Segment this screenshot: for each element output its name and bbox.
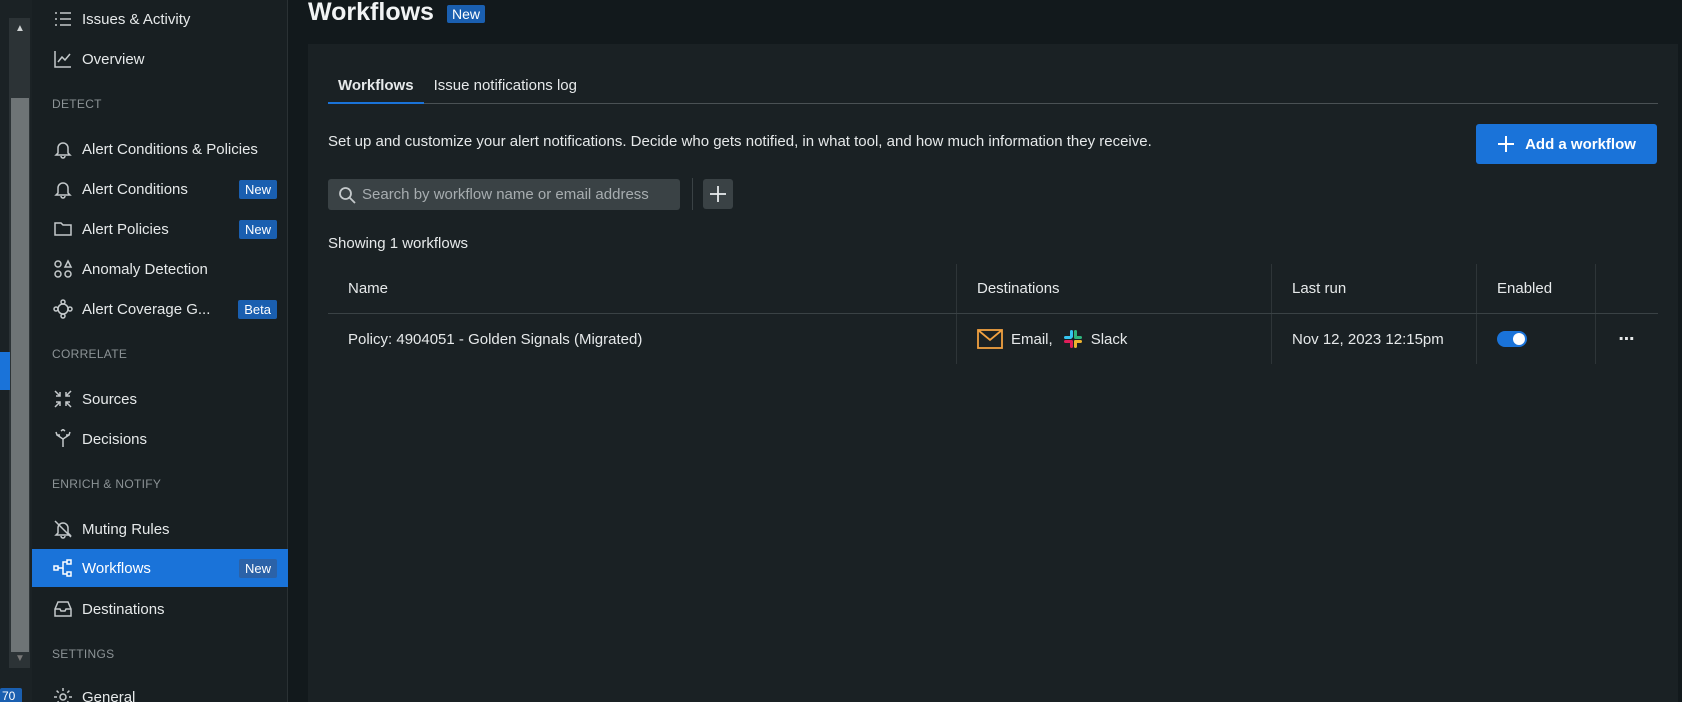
- page-title: Workflows: [308, 0, 434, 26]
- enabled-toggle[interactable]: [1497, 331, 1527, 347]
- sidebar-item-anomaly-detection[interactable]: Anomaly Detection: [32, 250, 288, 288]
- inbox-icon: [52, 598, 74, 620]
- sidebar-item-label: Destinations: [82, 600, 165, 618]
- destination-email-label: Email,: [1011, 330, 1053, 348]
- add-workflow-button[interactable]: Add a workflow: [1476, 124, 1657, 164]
- new-badge: New: [238, 559, 277, 578]
- add-workflow-label: Add a workflow: [1525, 135, 1636, 153]
- sidebar-item-label: General: [82, 688, 136, 702]
- row-actions-cell: ⋯: [1596, 314, 1658, 364]
- section-correlate: CORRELATE: [52, 347, 128, 361]
- sidebar-item-label: Workflows: [82, 559, 151, 577]
- workflow-destinations: Email, Slack: [957, 314, 1272, 364]
- bell-icon: [52, 178, 74, 200]
- page-description: Set up and customize your alert notifica…: [328, 133, 1152, 150]
- selection-marker: [0, 352, 10, 390]
- gear-icon: [52, 686, 74, 702]
- tab-workflows[interactable]: Workflows: [328, 74, 424, 104]
- sidebar: Issues & Activity Overview DETECT Alert …: [32, 0, 288, 702]
- section-detect: DETECT: [52, 97, 102, 111]
- sidebar-item-label: Alert Conditions: [82, 180, 188, 198]
- workflow-enabled-cell: [1477, 314, 1596, 364]
- collapse-arrows-icon: [52, 388, 74, 410]
- search-input[interactable]: [362, 186, 672, 203]
- scroll-down-arrow-icon[interactable]: ▼: [11, 650, 29, 668]
- tab-issue-notifications-log[interactable]: Issue notifications log: [424, 74, 587, 104]
- results-count: Showing 1 workflows: [328, 235, 469, 252]
- new-badge: New: [447, 5, 486, 23]
- sidebar-item-label: Alert Conditions & Policies: [82, 140, 258, 158]
- column-header-enabled[interactable]: Enabled: [1477, 264, 1596, 313]
- plus-icon: [1498, 136, 1515, 152]
- sidebar-item-alert-conditions-policies[interactable]: Alert Conditions & Policies: [32, 130, 288, 168]
- scrollbar-thumb[interactable]: [11, 98, 29, 652]
- workflow-name[interactable]: Policy: 4904051 - Golden Signals (Migrat…: [328, 314, 957, 364]
- sidebar-item-label: Alert Coverage G...: [82, 300, 211, 318]
- table-row[interactable]: Policy: 4904051 - Golden Signals (Migrat…: [328, 314, 1658, 364]
- column-header-last-run[interactable]: Last run: [1272, 264, 1477, 313]
- sidebar-item-destinations[interactable]: Destinations: [32, 590, 288, 628]
- tab-bar: Workflows Issue notifications log: [328, 74, 1658, 104]
- search-icon: [339, 186, 356, 204]
- sidebar-item-alert-policies[interactable]: Alert Policies New: [32, 210, 288, 248]
- sidebar-item-label: Sources: [82, 390, 138, 408]
- outer-scroll-strip: ▲ ▼ 70: [0, 0, 32, 702]
- column-header-actions: [1596, 264, 1658, 313]
- bell-icon: [52, 138, 74, 160]
- sidebar-item-label: Decisions: [82, 430, 148, 448]
- plus-icon: [710, 186, 726, 202]
- section-enrich-notify: ENRICH & NOTIFY: [52, 477, 162, 491]
- coverage-icon: [52, 298, 74, 320]
- sidebar-item-sources[interactable]: Sources: [32, 380, 288, 418]
- sidebar-item-alert-coverage[interactable]: Alert Coverage G... Beta: [32, 290, 288, 328]
- shapes-icon: [52, 258, 74, 280]
- sidebar-item-overview[interactable]: Overview: [32, 40, 288, 78]
- workflow-last-run: Nov 12, 2023 12:15pm: [1272, 314, 1477, 364]
- divider: [692, 178, 693, 210]
- main-panel: Workflows Issue notifications log Set up…: [308, 44, 1678, 702]
- sidebar-item-decisions[interactable]: Decisions: [32, 420, 288, 458]
- destination-slack-label: Slack: [1090, 330, 1128, 348]
- chart-icon: [52, 48, 74, 70]
- more-actions-icon[interactable]: ⋯: [1619, 329, 1636, 349]
- table-header: Name Destinations Last run Enabled: [328, 264, 1658, 314]
- count-badge: 70: [0, 688, 22, 702]
- column-header-destinations[interactable]: Destinations: [957, 264, 1272, 313]
- slack-icon: [1063, 329, 1083, 349]
- folder-icon: [52, 218, 74, 240]
- sidebar-item-label: Issues & Activity: [82, 10, 191, 28]
- add-filter-button[interactable]: [703, 179, 733, 209]
- sidebar-item-issues-activity[interactable]: Issues & Activity: [32, 0, 288, 38]
- new-badge: New: [238, 180, 277, 199]
- sidebar-item-workflows[interactable]: Workflows New: [32, 549, 288, 587]
- workflows-table: Name Destinations Last run Enabled Polic…: [328, 264, 1658, 364]
- workflow-icon: [52, 557, 74, 579]
- scroll-up-arrow-icon[interactable]: ▲: [11, 20, 29, 38]
- sidebar-item-general[interactable]: General: [32, 678, 288, 702]
- beta-badge: Beta: [238, 300, 277, 319]
- split-arrows-icon: [52, 428, 74, 450]
- email-icon: [977, 329, 1003, 349]
- sidebar-item-label: Overview: [82, 50, 145, 68]
- sidebar-item-muting-rules[interactable]: Muting Rules: [32, 510, 288, 548]
- new-badge: New: [238, 220, 277, 239]
- search-field[interactable]: [328, 179, 680, 210]
- column-header-name[interactable]: Name: [328, 264, 957, 313]
- sidebar-item-label: Muting Rules: [82, 520, 170, 538]
- sidebar-item-alert-conditions[interactable]: Alert Conditions New: [32, 170, 288, 208]
- sidebar-item-label: Anomaly Detection: [82, 260, 208, 278]
- sidebar-item-label: Alert Policies: [82, 220, 169, 238]
- bell-off-icon: [52, 518, 74, 540]
- section-settings: SETTINGS: [52, 647, 115, 661]
- list-icon: [52, 8, 74, 30]
